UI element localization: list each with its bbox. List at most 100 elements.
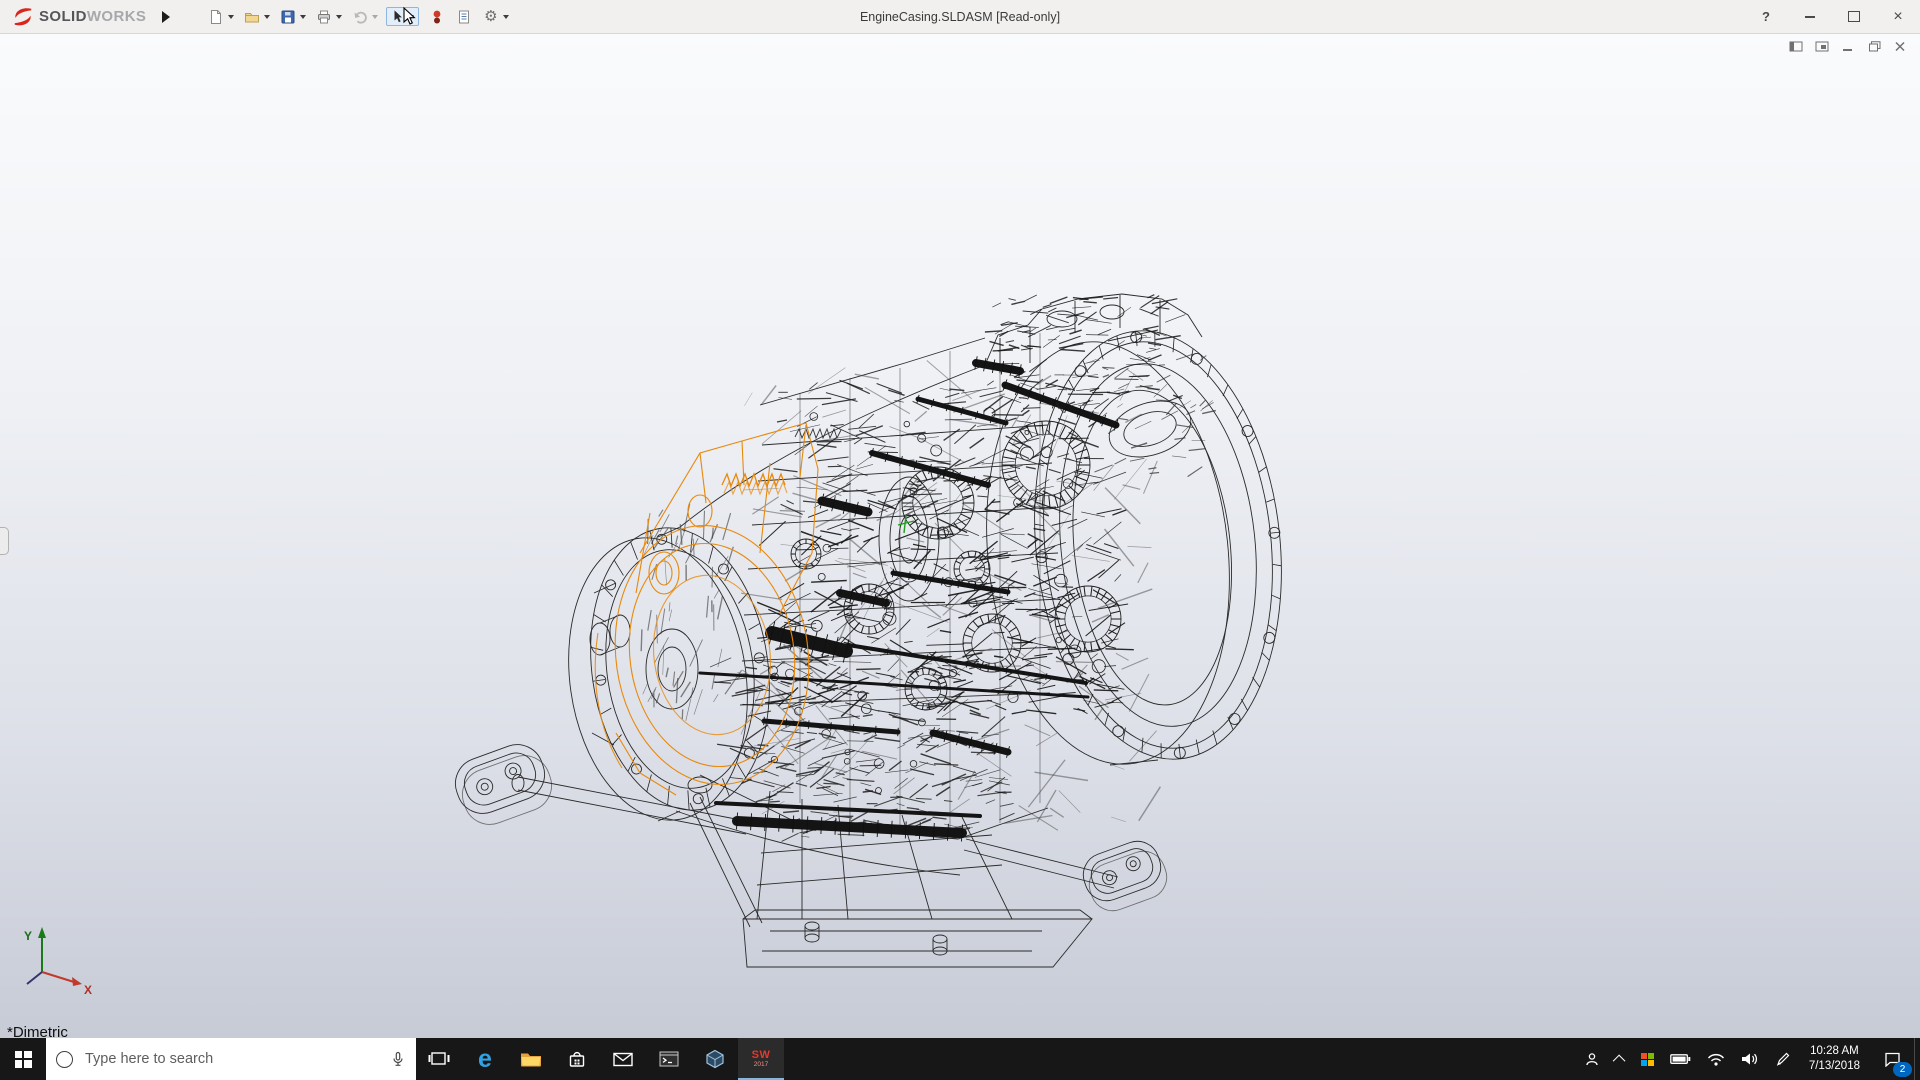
open-button[interactable] — [242, 7, 261, 26]
solidworks-app-button[interactable]: SW 2017 — [738, 1038, 784, 1080]
windows-logo-icon — [15, 1051, 32, 1068]
edge-icon: e — [478, 1047, 492, 1072]
solidworks-window: SOLIDWORKS — [0, 0, 1920, 1080]
new-document-icon — [208, 9, 224, 25]
window-controls: ? × — [1744, 0, 1920, 33]
search-input[interactable] — [83, 1050, 380, 1068]
people-button[interactable] — [1576, 1038, 1608, 1080]
wireframe-detail — [573, 295, 1302, 842]
cube-app-icon — [703, 1047, 727, 1071]
view-orientation-label: *Dimetric — [7, 1024, 68, 1038]
pen-button[interactable] — [1767, 1038, 1799, 1080]
print-icon — [316, 9, 332, 25]
mail-icon — [611, 1047, 635, 1071]
solidworks-app-icon: SW 2017 — [752, 1050, 771, 1069]
cortana-icon — [56, 1051, 73, 1068]
colored-squares-button[interactable] — [1633, 1038, 1662, 1080]
brand-solid: SOLID — [39, 8, 87, 25]
microphone-icon[interactable] — [390, 1051, 406, 1067]
store-icon — [565, 1047, 589, 1071]
menu-flyout-button[interactable] — [162, 11, 170, 23]
clock-time: 10:28 AM — [1810, 1044, 1859, 1059]
graphics-area[interactable]: Y X *Dimetric — [0, 33, 1920, 1038]
people-icon — [1584, 1051, 1600, 1067]
edge-button[interactable]: e — [462, 1038, 508, 1080]
file-explorer-icon — [519, 1047, 543, 1071]
pen-icon — [1775, 1051, 1791, 1067]
minimize-button[interactable] — [1788, 0, 1832, 33]
close-icon: × — [1893, 9, 1902, 25]
titlebar: SOLIDWORKS — [0, 0, 1920, 34]
store-button[interactable] — [554, 1038, 600, 1080]
volume-button[interactable] — [1733, 1038, 1767, 1080]
doc-minimize-button[interactable] — [1841, 40, 1856, 53]
doc-close-button[interactable] — [1893, 40, 1908, 53]
chevron-up-icon — [1613, 1054, 1626, 1067]
select-cursor-icon — [391, 9, 405, 24]
show-hidden-icons-button[interactable] — [1608, 1038, 1633, 1080]
notification-badge: 2 — [1893, 1062, 1912, 1077]
brand-works: WORKS — [87, 8, 147, 25]
brand-text: SOLIDWORKS — [39, 8, 146, 25]
battery-icon — [1670, 1053, 1691, 1065]
console-button[interactable] — [646, 1038, 692, 1080]
rebuild-icon — [429, 9, 445, 25]
standard-toolbar: ⚙ — [202, 5, 513, 28]
solidworks-logo: SOLIDWORKS — [0, 6, 146, 28]
undo-icon — [352, 9, 368, 25]
print-dropdown-caret[interactable] — [336, 15, 342, 19]
show-desktop-button[interactable] — [1914, 1038, 1920, 1080]
print-button[interactable] — [314, 7, 333, 26]
network-button[interactable] — [1699, 1038, 1733, 1080]
help-button[interactable]: ? — [1744, 0, 1788, 33]
open-dropdown-caret[interactable] — [264, 15, 270, 19]
new-document-button[interactable] — [206, 7, 225, 26]
solidworks-swirl-icon — [10, 6, 36, 28]
system-tray: 10:28 AM 7/13/2018 2 — [1576, 1038, 1920, 1080]
options-button[interactable]: ⚙ — [481, 7, 500, 26]
taskbar-search[interactable] — [46, 1038, 416, 1080]
file-properties-icon — [456, 9, 472, 25]
save-icon — [280, 9, 296, 25]
axis-x-label: X — [84, 983, 92, 997]
volume-icon — [1741, 1051, 1759, 1067]
console-icon — [657, 1047, 681, 1071]
minimize-icon — [1805, 16, 1815, 18]
maximize-button[interactable] — [1832, 0, 1876, 33]
float-window-button[interactable] — [1815, 40, 1830, 53]
close-button[interactable]: × — [1876, 0, 1920, 33]
clock[interactable]: 10:28 AM 7/13/2018 — [1799, 1038, 1870, 1080]
action-center-button[interactable]: 2 — [1870, 1038, 1914, 1080]
cube-app-button[interactable] — [692, 1038, 738, 1080]
clock-date: 7/13/2018 — [1809, 1059, 1860, 1074]
open-folder-icon — [244, 9, 260, 25]
dock-window-button[interactable] — [1789, 40, 1804, 53]
battery-button[interactable] — [1662, 1038, 1699, 1080]
save-button[interactable] — [278, 7, 297, 26]
file-explorer-button[interactable] — [508, 1038, 554, 1080]
axis-y-label: Y — [24, 929, 32, 943]
undo-dropdown-caret[interactable] — [372, 15, 378, 19]
gear-icon: ⚙ — [484, 9, 497, 24]
doc-restore-button[interactable] — [1867, 40, 1882, 53]
document-title: EngineCasing.SLDASM [Read-only] — [860, 10, 1060, 24]
save-dropdown-caret[interactable] — [300, 15, 306, 19]
rebuild-button[interactable] — [427, 7, 446, 26]
maximize-icon — [1848, 11, 1860, 22]
panel-collapse-tab[interactable] — [0, 527, 9, 555]
file-properties-button[interactable] — [454, 7, 473, 26]
options-dropdown-caret[interactable] — [503, 15, 509, 19]
orientation-triad: Y X — [12, 924, 96, 1002]
new-dropdown-caret[interactable] — [228, 15, 234, 19]
model-wireframe — [0, 33, 1920, 1038]
undo-button[interactable] — [350, 7, 369, 26]
task-view-button[interactable] — [416, 1038, 462, 1080]
document-window-controls — [1789, 40, 1908, 53]
start-button[interactable] — [0, 1038, 46, 1080]
select-tool-button[interactable] — [386, 7, 419, 26]
task-view-icon — [427, 1047, 451, 1071]
select-dropdown-caret[interactable] — [408, 15, 414, 19]
colored-squares-icon — [1641, 1053, 1654, 1066]
mail-button[interactable] — [600, 1038, 646, 1080]
taskbar: e — [0, 1038, 1920, 1080]
